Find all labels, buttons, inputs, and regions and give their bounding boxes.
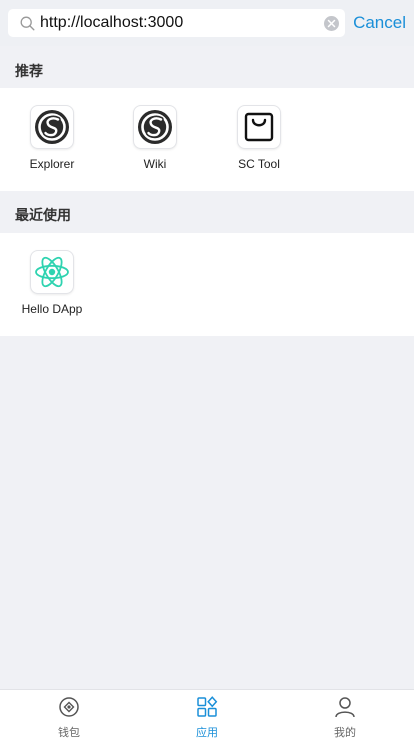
wallet-icon [58,696,80,723]
shopping-bag-icon [237,105,281,149]
app-wiki[interactable]: Wiki [111,105,199,171]
tab-label: 钱包 [58,726,80,739]
app-label: Hello DApp [21,302,83,316]
app-hello-dapp[interactable]: Hello DApp [8,250,96,316]
search-icon [20,16,35,31]
sc-logo-icon [30,105,74,149]
tab-label: 应用 [196,726,218,739]
clear-icon[interactable] [324,15,340,31]
cancel-button[interactable]: Cancel [353,13,406,33]
tab-label: 我的 [334,726,356,739]
search-box[interactable] [8,9,346,37]
tab-profile[interactable]: 我的 [276,690,414,739]
app-label: Explorer [29,157,75,171]
app-label: Wiki [143,157,167,171]
tab-wallet[interactable]: 钱包 [0,690,138,739]
section-title-recent: 最近使用 [15,208,71,224]
recommended-grid: Explorer Wiki SC Tool [0,88,414,191]
recent-grid: Hello DApp [0,233,414,336]
sc-logo-icon [133,105,177,149]
search-input[interactable] [40,10,325,36]
react-atom-icon [30,250,74,294]
section-title-recommended: 推荐 [15,64,43,80]
search-bar: Cancel [0,0,414,46]
app-explorer[interactable]: Explorer [8,105,96,171]
app-label: SC Tool [238,157,280,171]
tab-apps[interactable]: 应用 [138,690,276,739]
app-sc-tool[interactable]: SC Tool [215,105,303,171]
bottom-tab-bar: 钱包 应用 我的 [0,689,414,739]
apps-icon [196,696,218,723]
profile-icon [334,696,356,723]
